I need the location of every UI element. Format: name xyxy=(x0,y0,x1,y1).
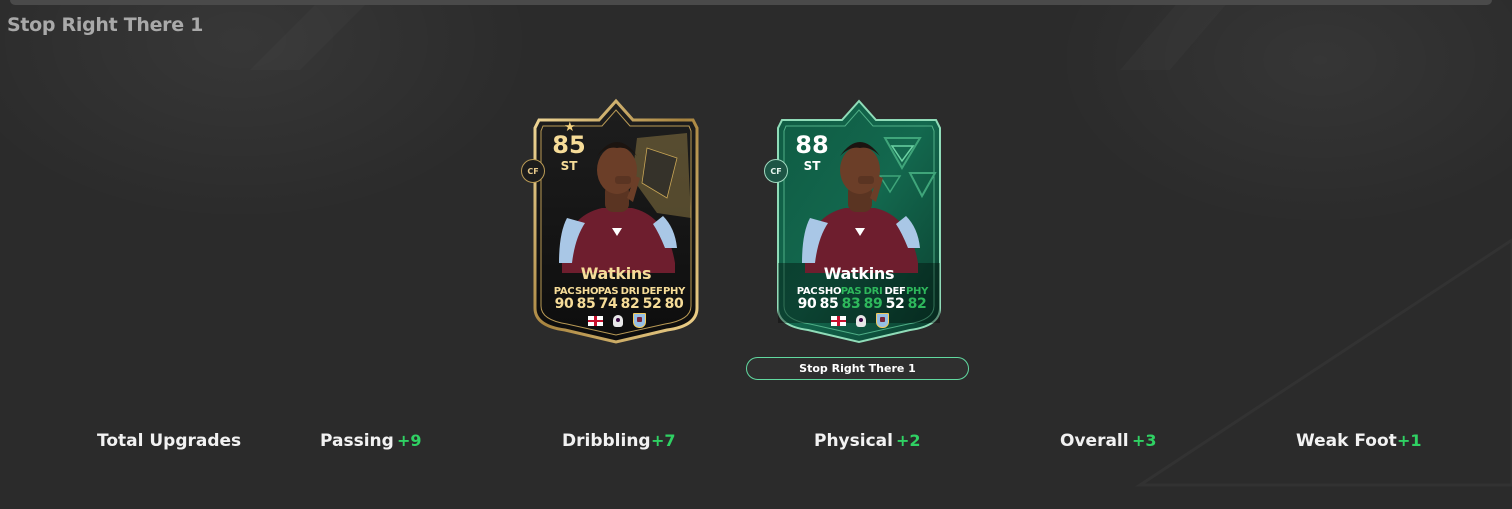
upgrade-dribbling-label: Dribbling xyxy=(562,431,651,451)
premier-league-icon xyxy=(613,314,623,327)
stat-pac: PAC 90 xyxy=(553,286,575,312)
alt-position-badge: CF xyxy=(764,159,788,183)
stat-sho: SHO 85 xyxy=(818,286,842,312)
upgrade-passing-label: Passing xyxy=(320,431,394,451)
card-icons xyxy=(824,313,896,328)
upgrade-overall-delta: +3 xyxy=(1132,431,1157,450)
stat-sho: SHO 85 xyxy=(575,286,599,312)
stat-dri-upgraded: DRI 89 xyxy=(863,286,883,312)
stat-phy-upgraded: PHY 82 xyxy=(906,286,929,312)
stat-dri: DRI 82 xyxy=(620,286,640,312)
upgrades-title: Total Upgrades xyxy=(97,431,242,451)
card-position: ST xyxy=(560,159,578,173)
stat-def: DEF 52 xyxy=(884,286,906,312)
player-name: Watkins xyxy=(823,264,895,283)
card-stats: PAC 90 SHO 85 PAS 83 DRI 89 DEF 52 PHY 82 xyxy=(796,286,929,312)
card-rating: 85 xyxy=(552,131,586,159)
alt-position-badge: CF xyxy=(521,159,545,183)
upgrade-physical-label: Physical xyxy=(814,431,893,451)
stat-def: DEF 52 xyxy=(641,286,663,312)
upgrade-overall-label: Overall xyxy=(1060,431,1129,451)
stat-pas: PAS 74 xyxy=(597,286,619,312)
card-rating: 88 xyxy=(795,131,829,159)
england-flag-icon xyxy=(831,315,846,326)
player-card-evolved[interactable]: CF 88 ST Watkins PAC 90 SHO 85 PAS 83 DRI 89… xyxy=(764,98,948,344)
upgrade-dribbling-delta: +7 xyxy=(651,431,676,450)
evolution-stage-button[interactable]: Stop Right There 1 xyxy=(746,357,969,380)
premier-league-icon xyxy=(856,314,866,327)
england-flag-icon xyxy=(588,315,603,326)
upgrade-weak-foot-label: Weak Foot xyxy=(1296,431,1397,451)
upgrade-physical-delta: +2 xyxy=(896,431,921,450)
upgrades-summary: Total Upgrades Passing +9 Dribbling +7 P… xyxy=(0,431,1512,455)
player-name: Watkins xyxy=(580,264,652,283)
stat-pac: PAC 90 xyxy=(796,286,818,312)
stat-pas-upgraded: PAS 83 xyxy=(840,286,862,312)
aston-villa-crest-icon xyxy=(876,313,889,328)
card-stats: PAC 90 SHO 85 PAS 74 DRI 82 DEF 52 PHY 80 xyxy=(553,286,686,312)
card-position: ST xyxy=(803,159,821,173)
card-icons xyxy=(581,313,653,328)
top-scrollbar[interactable] xyxy=(10,0,1492,5)
stat-phy: PHY 80 xyxy=(663,286,686,312)
aston-villa-crest-icon xyxy=(633,313,646,328)
upgrade-passing-delta: +9 xyxy=(397,431,422,450)
page-title: Stop Right There 1 xyxy=(7,14,204,36)
player-card-base[interactable]: ★ CF 85 ST Watkins PAC 90 SHO 85 PAS 74 DRI… xyxy=(521,98,705,344)
upgrade-weak-foot-delta: +1 xyxy=(1397,431,1422,450)
